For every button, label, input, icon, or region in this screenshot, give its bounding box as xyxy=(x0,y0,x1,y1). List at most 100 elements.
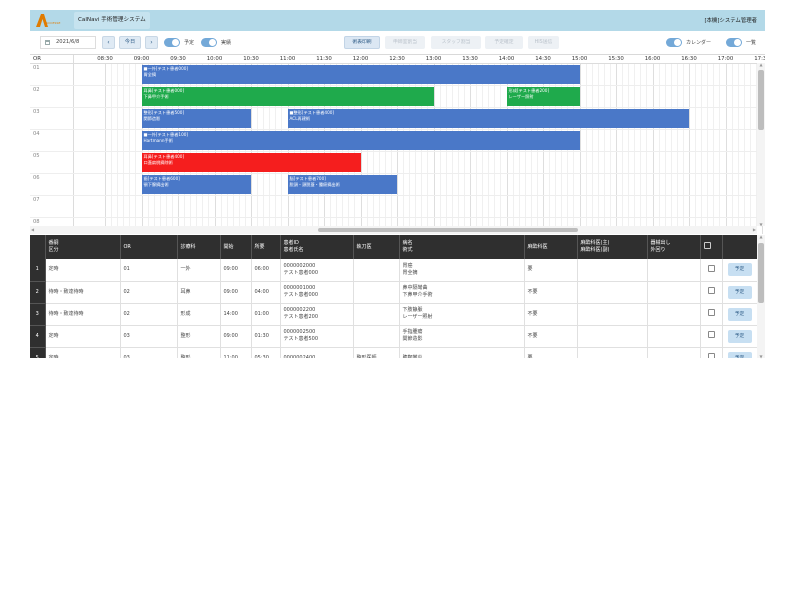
col-header-department[interactable]: 診療科 xyxy=(177,235,221,259)
schedule-vertical-scrollbar[interactable]: ▲ ▼ xyxy=(757,62,765,227)
row-checkbox[interactable] xyxy=(707,353,715,358)
planned-toggle[interactable] xyxy=(164,38,180,47)
plan-button[interactable]: 予定 xyxy=(727,263,752,277)
scroll-left-icon[interactable]: ◀ xyxy=(31,227,34,232)
scroll-right-icon[interactable]: ▶ xyxy=(753,227,756,232)
calendar-view-toggle[interactable] xyxy=(666,38,682,47)
plan-button[interactable]: 予定 xyxy=(727,285,752,299)
table-scroll-down-icon[interactable]: ▼ xyxy=(757,354,765,359)
table-scroll-up-icon[interactable]: ▲ xyxy=(757,234,765,239)
surgery-event-block[interactable]: ■一外[テスト患者100] Hartmann手術 xyxy=(141,131,580,150)
time-label: 16:00 xyxy=(644,56,661,62)
app-title: CalNavi 手術管理システム xyxy=(78,17,146,23)
col-header-surgeon[interactable]: 執刀医 xyxy=(353,235,400,259)
row-checkbox[interactable] xyxy=(707,309,715,316)
room-row[interactable]: 05 xyxy=(30,152,757,174)
row-checkbox[interactable] xyxy=(707,331,715,338)
cell-patient: 0000002000 テスト患者000 xyxy=(280,259,354,282)
schedule-horizontal-scrollbar[interactable]: ◀ ▶ xyxy=(30,226,757,234)
row-number: 1 xyxy=(30,259,46,282)
schedule-horizontal-scroll-thumb[interactable] xyxy=(318,228,578,232)
select-all-checkbox[interactable] xyxy=(703,242,711,249)
event-procedure: 口蓋扁桃摘除術 xyxy=(143,159,173,165)
col-header-anesthesiologist[interactable]: 麻酔科医 xyxy=(524,235,578,259)
cell-duration: 06:00 xyxy=(251,259,281,282)
cell-action: 予定 xyxy=(722,281,758,304)
app-logo: ACCESSE xyxy=(36,14,69,27)
cell-patient: 0000002400 xyxy=(280,347,354,358)
col-header-duration[interactable]: 所要 xyxy=(251,235,281,259)
plan-button[interactable]: 予定 xyxy=(727,351,752,358)
surgery-event-block[interactable]: ■整形[テスト患者400] ACL再建術 xyxy=(287,109,689,128)
today-button[interactable]: 今日 xyxy=(119,36,141,49)
cell-anesth-main-sub xyxy=(577,347,648,358)
plan-button[interactable]: 予定 xyxy=(727,307,752,321)
assign-room-button[interactable]: 申師室割当 xyxy=(385,36,425,49)
time-label: 17:00 xyxy=(717,56,734,62)
row-checkbox[interactable] xyxy=(707,264,715,272)
schedule-vertical-scroll-thumb[interactable] xyxy=(758,70,764,130)
table-row[interactable]: 5 定時 03 整形 11:00 05:30 0000002400 整形医師 膝靭帯炎要 予定 xyxy=(30,347,758,358)
col-header-disease[interactable]: 病名 術式 xyxy=(399,235,525,259)
cell-disease: 胃癌 胃全摘 xyxy=(399,259,525,282)
cell-start: 09:00 xyxy=(220,325,252,348)
plan-button[interactable]: 予定 xyxy=(727,329,752,343)
col-header-anesth-main-sub[interactable]: 麻酔科医(主) 麻酔科医(副) xyxy=(577,235,648,259)
col-header-start[interactable]: 開始 xyxy=(220,235,252,259)
his-send-button[interactable]: HIS送信 xyxy=(528,36,559,49)
surgery-event-block[interactable]: 耳鼻[テスト患者400] 口蓋扁桃摘除術 xyxy=(141,153,361,172)
prev-day-button[interactable]: ‹ xyxy=(102,36,115,49)
col-header-nurses[interactable]: 器械出し 外回り xyxy=(647,235,701,259)
toolbar: 2021/6/8 ‹ 今日 › 予定 実績 術表印刷 申師室割当 スタッフ割当 … xyxy=(30,31,765,54)
user-name[interactable]: [本機]システム管理者 xyxy=(704,16,757,24)
date-picker[interactable]: 2021/6/8 xyxy=(40,36,96,49)
time-label: 10:30 xyxy=(243,56,259,62)
surgery-event-block[interactable]: 耳鼻[テスト患者000] 下鼻甲介手術 xyxy=(141,87,434,106)
table-vertical-scrollbar[interactable]: ▲ ▼ xyxy=(757,234,765,359)
surgery-event-block[interactable]: 歯[テスト患者600] 顎下腺摘出術 xyxy=(141,175,251,194)
scroll-up-icon[interactable]: ▲ xyxy=(757,62,765,67)
actual-toggle[interactable] xyxy=(201,38,217,47)
table-vertical-scroll-thumb[interactable] xyxy=(758,243,764,303)
cell-start: 09:00 xyxy=(220,259,252,282)
col-header-or[interactable]: OR xyxy=(120,235,178,259)
list-view-label: 一覧 xyxy=(746,40,757,46)
cell-patient: 0000001000 テスト患者000 xyxy=(280,281,354,304)
cell-category: 待時・致達待時 xyxy=(45,281,121,304)
col-header-category[interactable]: 番嗣 区分 xyxy=(45,235,121,259)
row-number: 5 xyxy=(30,347,46,358)
date-value: 2021/6/8 xyxy=(56,39,80,45)
table-row[interactable]: 2 待時・致達待時 02 耳鼻 09:00 04:00 0000001000 テスト患者000… xyxy=(30,281,758,304)
col-header-select-all[interactable] xyxy=(700,235,723,259)
cell-anesth-main-sub xyxy=(577,281,648,304)
next-day-button[interactable]: › xyxy=(145,36,158,49)
print-schedule-button[interactable]: 術表印刷 xyxy=(344,36,380,49)
cell-nurses xyxy=(647,303,701,326)
row-checkbox[interactable] xyxy=(707,287,715,294)
table-row[interactable]: 4 定時 03 整形 09:00 01:30 0000002500 テスト患者500 手指腫瘍関… xyxy=(30,325,758,348)
list-view-toggle[interactable] xyxy=(726,38,742,47)
table-row[interactable]: 1 定時 01 一外 09:00 06:00 0000002000 テスト患者000 胃癌 胃全摘… xyxy=(30,259,758,282)
col-header-patient[interactable]: 患者ID 患者氏名 xyxy=(280,235,354,259)
cell-surgeon xyxy=(353,259,400,282)
planned-toggle-label: 予定 xyxy=(184,40,195,46)
surgery-event-block[interactable]: 脳[テスト患者700] 脱頭・頭脱蓋・腫瘍摘出術 xyxy=(287,175,397,194)
room-row[interactable]: 07 xyxy=(30,196,757,218)
assign-staff-button[interactable]: スタッフ割当 xyxy=(431,36,481,49)
event-procedure: ACL再建術 xyxy=(289,115,311,121)
col-header-action xyxy=(722,235,758,259)
room-label: 05 xyxy=(33,153,40,159)
surgery-event-block[interactable]: 形成[テスト患者200] レーザー照射 xyxy=(506,87,580,106)
room-label: 06 xyxy=(33,175,40,181)
table-row[interactable]: 3 待時・致達待時 02 形成 14:00 01:00 0000002200 テスト患者200… xyxy=(30,303,758,326)
surgery-event-block[interactable]: 整形[テスト患者500] 関節造影 xyxy=(141,109,251,128)
time-label: 09:30 xyxy=(170,56,186,62)
event-procedure: 胃全摘 xyxy=(143,71,157,77)
surgery-event-block[interactable]: ■一外[テスト患者000] 胃全摘 xyxy=(141,65,580,84)
app-title-tab[interactable]: CalNavi 手術管理システム xyxy=(74,12,150,29)
cell-duration: 04:00 xyxy=(251,281,281,304)
room-label: 02 xyxy=(33,87,40,93)
scroll-down-icon[interactable]: ▼ xyxy=(757,222,765,227)
confirm-plan-button[interactable]: 予定確定 xyxy=(485,36,523,49)
cell-category: 待時・致達待時 xyxy=(45,303,121,326)
